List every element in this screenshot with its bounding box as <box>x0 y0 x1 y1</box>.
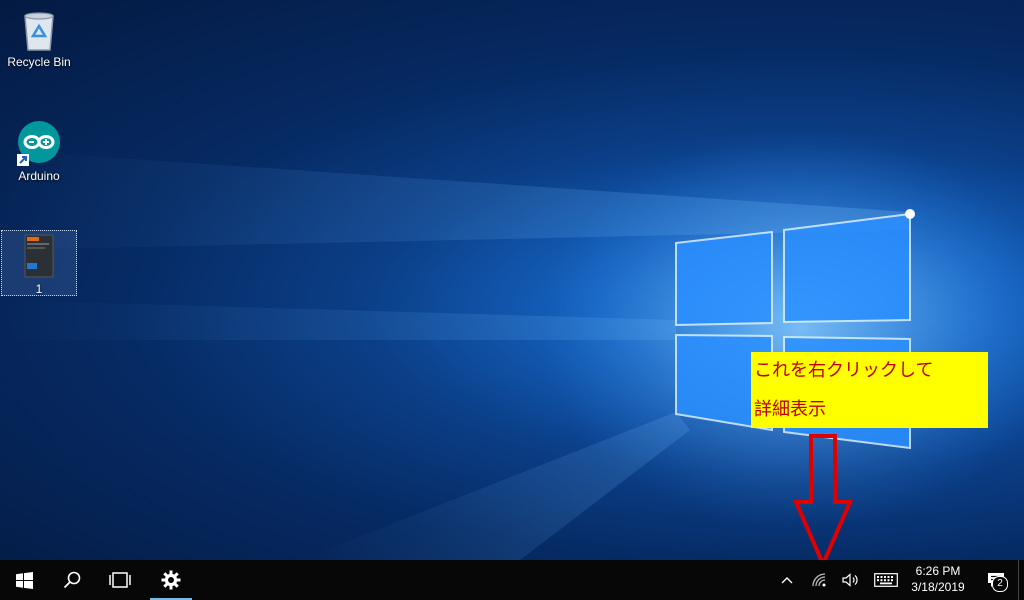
notification-count-badge: 2 <box>992 576 1008 592</box>
taskbar-clock[interactable]: 6:26 PM 3/18/2019 <box>906 560 970 600</box>
arduino-icon <box>17 121 60 166</box>
touch-keyboard-button[interactable] <box>872 560 900 600</box>
annotation-callout: これを右クリックして 詳細表示 <box>751 352 988 428</box>
search-button[interactable] <box>48 560 96 600</box>
desktop: Recycle Bin Arduino 1 これを右クリックして 詳細表示 <box>0 0 1024 560</box>
recycle-bin-icon <box>24 12 54 51</box>
desktop-icon-recycle-bin[interactable]: Recycle Bin <box>1 8 77 69</box>
screenshot-file-icon <box>24 234 54 278</box>
annotation-line-1: これを右クリックして <box>754 360 934 381</box>
red-down-arrow-icon <box>792 434 854 560</box>
annotation-line-2: 詳細表示 <box>754 399 826 420</box>
volume-tray-button[interactable] <box>838 560 864 600</box>
search-icon <box>63 571 81 589</box>
desktop-icon-label: Recycle Bin <box>7 55 71 69</box>
desktop-icon-label: Arduino <box>18 169 60 183</box>
windows-start-icon <box>15 571 33 589</box>
show-desktop-button[interactable] <box>1018 560 1024 600</box>
taskbar: 6:26 PM 3/18/2019 <box>0 560 1024 600</box>
show-hidden-icons-button[interactable] <box>776 560 798 600</box>
desktop-icon-file-1[interactable]: 1 <box>1 230 77 296</box>
windows-wallpaper <box>0 130 1024 560</box>
task-view-icon <box>109 572 131 588</box>
desktop-icon-arduino[interactable]: Arduino <box>1 120 77 183</box>
keyboard-icon <box>874 573 898 587</box>
wifi-icon <box>812 573 826 587</box>
gear-icon <box>161 570 181 590</box>
clock-time: 6:26 PM <box>915 564 961 578</box>
taskbar-app-settings[interactable] <box>150 560 192 600</box>
start-button[interactable] <box>0 560 48 600</box>
chevron-up-icon <box>781 577 793 584</box>
speaker-icon <box>842 573 858 587</box>
desktop-icon-label: 1 <box>35 282 43 296</box>
network-tray-button[interactable] <box>808 560 832 600</box>
clock-date: 3/18/2019 <box>911 580 965 594</box>
task-view-button[interactable] <box>96 560 144 600</box>
